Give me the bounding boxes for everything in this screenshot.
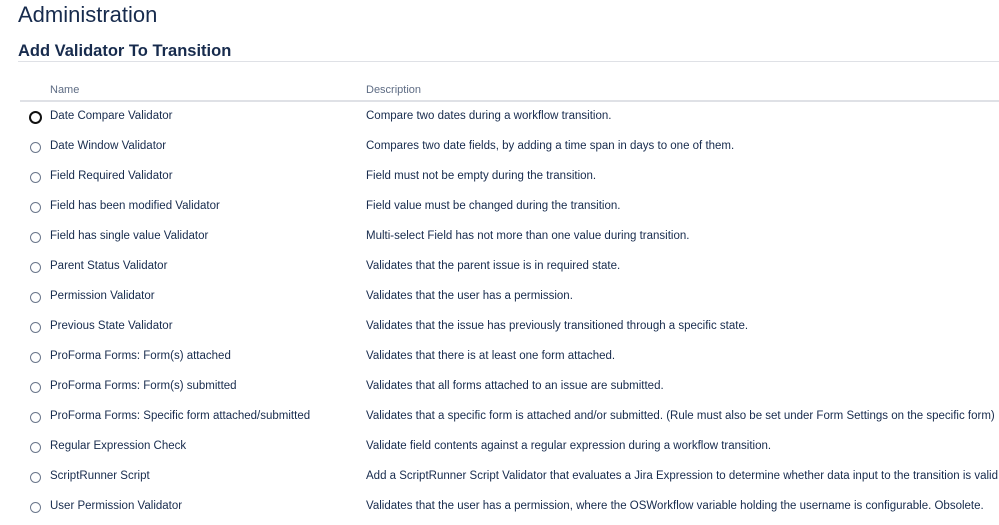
validator-description: Validate field contents against a regula… [366, 440, 772, 452]
validator-radio[interactable] [30, 202, 41, 213]
table-row[interactable]: Field Required Validator Field must not … [20, 164, 999, 194]
validator-description: Validates that the user has a permission… [366, 290, 573, 302]
validator-description: Compare two dates during a workflow tran… [366, 110, 612, 122]
validator-name[interactable]: ProForma Forms: Form(s) attached [50, 350, 231, 362]
validator-radio[interactable] [30, 262, 41, 273]
table-row[interactable]: Permission Validator Validates that the … [20, 284, 999, 314]
validator-radio[interactable] [30, 352, 41, 363]
validator-radio[interactable] [29, 111, 42, 124]
validator-name[interactable]: Regular Expression Check [50, 440, 186, 452]
validator-description: Compares two date fields, by adding a ti… [366, 140, 735, 152]
section-title: Add Validator To Transition [18, 42, 232, 60]
column-header-description: Description [366, 84, 422, 96]
validator-description: Validates that there is at least one for… [366, 350, 616, 362]
validator-description: Add a ScriptRunner Script Validator that… [366, 470, 999, 482]
validator-name[interactable]: Field Required Validator [50, 170, 173, 182]
validator-radio[interactable] [30, 412, 41, 423]
validator-name[interactable]: Date Window Validator [50, 140, 166, 152]
validator-description: Validates that the user has a permission… [366, 500, 984, 512]
table-row[interactable]: ScriptRunner Script Add a ScriptRunner S… [20, 464, 999, 494]
validator-radio[interactable] [30, 142, 41, 153]
table-row[interactable]: User Permission Validator Validates that… [20, 494, 999, 524]
validator-radio[interactable] [30, 472, 41, 483]
validator-name[interactable]: Previous State Validator [50, 320, 173, 332]
validator-radio[interactable] [30, 502, 41, 513]
table-row[interactable]: ProForma Forms: Form(s) submitted Valida… [20, 374, 999, 404]
validator-radio[interactable] [30, 232, 41, 243]
validator-description: Field must not be empty during the trans… [366, 170, 597, 182]
validator-description: Validates that the issue has previously … [366, 320, 749, 332]
table-row[interactable]: Date Window Validator Compares two date … [20, 134, 999, 164]
validator-radio[interactable] [30, 322, 41, 333]
validator-radio[interactable] [30, 292, 41, 303]
validator-name[interactable]: User Permission Validator [50, 500, 182, 512]
page-title: Administration [18, 2, 158, 27]
divider [18, 61, 999, 62]
validator-name[interactable]: ProForma Forms: Specific form attached/s… [50, 410, 310, 422]
table-row[interactable]: Previous State Validator Validates that … [20, 314, 999, 344]
validator-radio[interactable] [30, 442, 41, 453]
validator-description: Field value must be changed during the t… [366, 200, 621, 212]
validator-name[interactable]: Permission Validator [50, 290, 155, 302]
validator-name[interactable]: Date Compare Validator [50, 110, 173, 122]
validator-description: Validates that all forms attached to an … [366, 380, 664, 392]
validator-name[interactable]: Parent Status Validator [50, 260, 167, 272]
validator-radio[interactable] [30, 172, 41, 183]
table-row[interactable]: ProForma Forms: Form(s) attached Validat… [20, 344, 999, 374]
table-header: Name Description [20, 82, 999, 102]
validator-description: Validates that the parent issue is in re… [366, 260, 621, 272]
table-row[interactable]: Field has single value Validator Multi-s… [20, 224, 999, 254]
table-row[interactable]: Field has been modified Validator Field … [20, 194, 999, 224]
validator-description: Validates that a specific form is attach… [366, 410, 995, 422]
column-header-name: Name [50, 84, 80, 96]
validator-name[interactable]: Field has been modified Validator [50, 200, 220, 212]
table-row[interactable]: Date Compare Validator Compare two dates… [20, 104, 999, 134]
validator-description: Multi-select Field has not more than one… [366, 230, 690, 242]
table-row[interactable]: Regular Expression Check Validate field … [20, 434, 999, 464]
validator-name[interactable]: Field has single value Validator [50, 230, 208, 242]
validator-radio[interactable] [30, 382, 41, 393]
validator-name[interactable]: ScriptRunner Script [50, 470, 150, 482]
table-row[interactable]: Parent Status Validator Validates that t… [20, 254, 999, 284]
table-row[interactable]: ProForma Forms: Specific form attached/s… [20, 404, 999, 434]
validator-name[interactable]: ProForma Forms: Form(s) submitted [50, 380, 237, 392]
